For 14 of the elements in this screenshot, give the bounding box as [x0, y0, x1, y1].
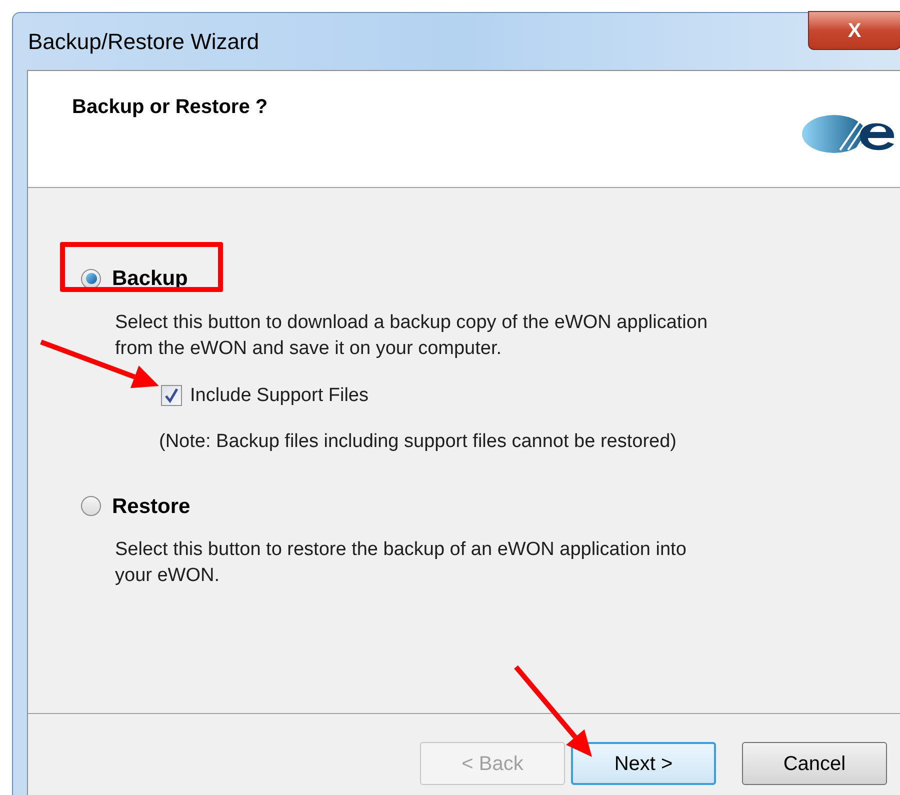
header-title: Backup or Restore ?	[72, 95, 268, 120]
radio-button[interactable]	[81, 268, 101, 289]
checkbox[interactable]	[161, 385, 182, 406]
close-button[interactable]: X	[808, 11, 900, 50]
option-description: Select this button to restore the backup of an eWON application into your eWON.	[115, 538, 688, 588]
note-text: (Note: Backup files including support files cannot be restored)	[159, 430, 678, 454]
checkbox-label[interactable]: Include Support Files	[190, 382, 368, 410]
option-label[interactable]: Backup	[112, 263, 188, 294]
option-description: Select this button to download a backup copy of the eWON application from the eWON and save it on your computer.	[115, 310, 709, 360]
wizard-button[interactable]: Cancel	[742, 742, 887, 785]
radio-button[interactable]	[81, 496, 101, 516]
window-title: Backup/Restore Wizard	[28, 28, 260, 56]
wizard-button[interactable]: Next >	[571, 742, 716, 785]
option-label[interactable]: Restore	[112, 490, 190, 522]
